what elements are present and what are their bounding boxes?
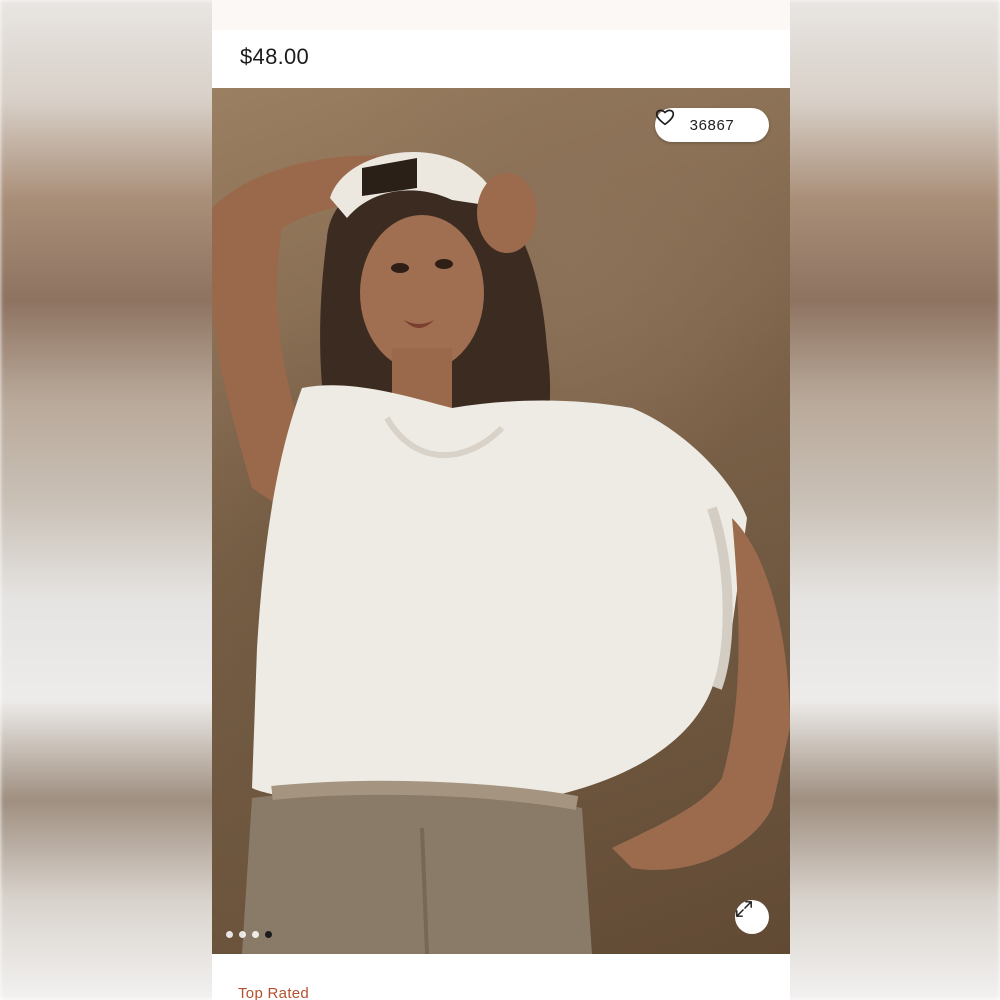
top-rated-badge: Top Rated	[238, 985, 310, 1000]
product-price: $48.00	[240, 44, 310, 69]
carousel-dot[interactable]	[239, 931, 246, 938]
product-image-carousel[interactable]: 36867	[212, 88, 790, 954]
carousel-indicator	[226, 931, 272, 938]
heart-outline-icon	[655, 109, 675, 126]
carousel-dot-active[interactable]	[265, 931, 272, 938]
top-strip	[212, 0, 790, 30]
like-button[interactable]: 36867	[655, 108, 769, 142]
product-screen: $48.00 36867 Top Rated	[212, 0, 790, 1000]
carousel-dot[interactable]	[252, 931, 259, 938]
product-photo	[212, 151, 790, 954]
carousel-dot[interactable]	[226, 931, 233, 938]
expand-arrows-icon	[736, 901, 752, 917]
expand-image-button[interactable]	[735, 900, 769, 934]
like-count: 36867	[689, 116, 735, 134]
